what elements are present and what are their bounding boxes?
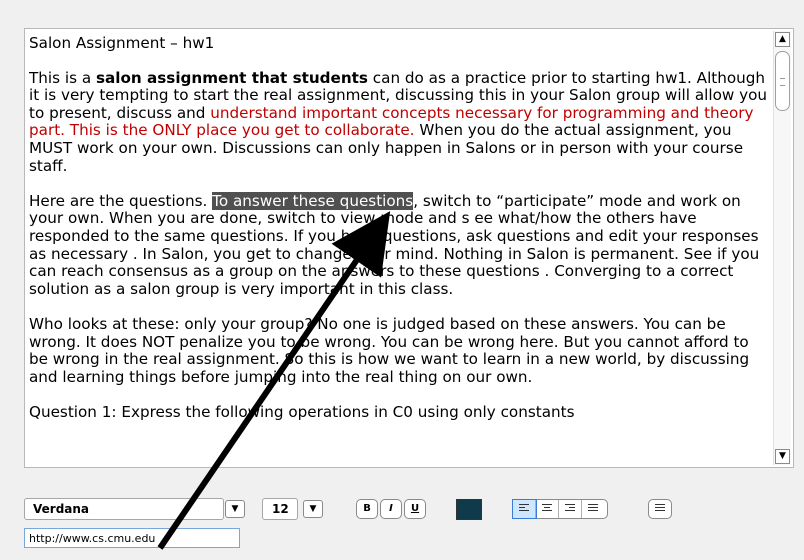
paragraph-intro: This is a salon assignment that students… — [29, 68, 767, 175]
font-size-select[interactable]: 12 ▼ — [262, 498, 323, 520]
italic-button[interactable]: I — [380, 499, 402, 519]
bulleted-list-icon[interactable] — [648, 499, 672, 519]
align-center-icon[interactable] — [536, 500, 559, 518]
align-right-icon[interactable] — [559, 500, 582, 518]
font-family-select[interactable]: Verdana ▼ — [24, 498, 245, 520]
document-editor[interactable]: Salon Assignment – hw1 This is a salon a… — [24, 28, 794, 468]
align-left-icon[interactable] — [512, 499, 537, 519]
underline-button[interactable]: U — [404, 499, 426, 519]
chevron-down-icon[interactable]: ▼ — [225, 500, 245, 518]
chevron-down-icon[interactable]: ▼ — [303, 500, 323, 518]
font-size-value: 12 — [272, 502, 289, 516]
alignment-group — [512, 499, 608, 519]
formatting-toolbar: Verdana ▼ 12 ▼ B I U — [24, 498, 794, 524]
scroll-down-icon[interactable]: ▼ — [775, 449, 790, 464]
paragraph-questions: Here are the questions. To answer these … — [29, 191, 760, 298]
bold-phrase: salon assignment that students — [95, 68, 368, 87]
scroll-thumb[interactable] — [775, 51, 790, 111]
url-field[interactable] — [24, 528, 240, 548]
text-color-swatch[interactable] — [456, 499, 482, 520]
align-justify-icon[interactable] — [582, 500, 605, 518]
selected-text-highlight[interactable]: To answer these questions — [212, 191, 414, 210]
vertical-scrollbar[interactable]: ▲ ▼ — [773, 31, 791, 465]
paragraph-who-looks: Who looks at these: only your group? No … — [29, 314, 750, 386]
document-text-area[interactable]: Salon Assignment – hw1 This is a salon a… — [29, 35, 767, 463]
document-title-line: Salon Assignment – hw1 — [29, 35, 215, 52]
scroll-up-icon[interactable]: ▲ — [775, 32, 790, 47]
bold-button[interactable]: B — [356, 499, 378, 519]
font-family-value: Verdana — [33, 502, 90, 516]
paragraph-question-1: Question 1: Express the following operat… — [29, 402, 575, 421]
